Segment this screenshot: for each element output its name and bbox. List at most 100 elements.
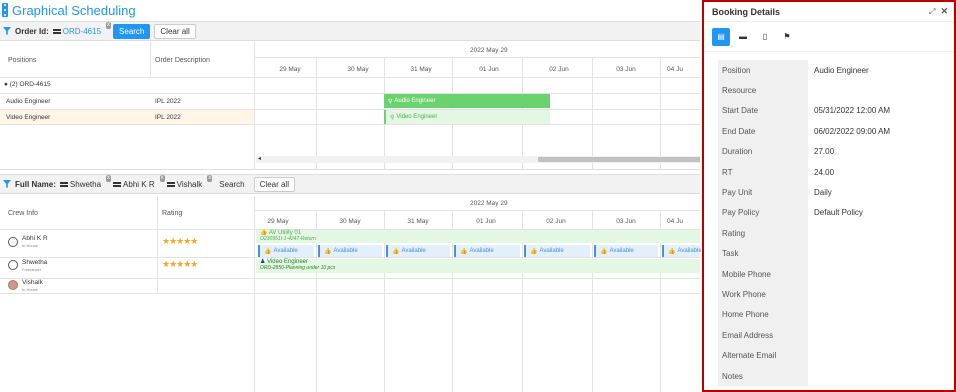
crew-search-button[interactable]: Search: [214, 178, 249, 191]
close-icon[interactable]: ✕: [940, 6, 948, 17]
date-header: 30 May: [347, 66, 369, 73]
app-header: Graphical Scheduling: [0, 0, 700, 20]
scroll-left-icon[interactable]: ◂: [258, 155, 261, 162]
booking-bar-audio-engineer[interactable]: ⚲ Audio Engineer: [384, 94, 550, 108]
remove-chip-icon[interactable]: x: [159, 174, 165, 182]
thumbs-up-icon: 👍: [264, 248, 272, 255]
detail-row: RT 24.00: [718, 161, 948, 183]
available-slot[interactable]: 👍 Available: [258, 245, 314, 257]
menu-grip-icon[interactable]: [2, 3, 8, 17]
details-list: Position Audio Engineer Resource Start Da…: [718, 60, 948, 387]
detail-row: Email Address: [718, 325, 948, 346]
detail-row: Notes: [718, 365, 948, 387]
available-slot[interactable]: 👍 Available: [524, 245, 590, 257]
date-header: 01 Jun: [479, 66, 499, 73]
date-header: 02 Jun: [546, 218, 566, 225]
crew-filter-chip[interactable]: Vishalk x: [166, 174, 213, 189]
flag-tab-icon[interactable]: ⚑: [778, 28, 796, 46]
video-engineer-booking-bar[interactable]: ♟ Video Engineer ORD-2850-Planning under …: [256, 259, 700, 273]
detail-row: Position Audio Engineer: [718, 60, 948, 81]
description-cell: IPL 2022: [155, 114, 181, 121]
date-header: 04 Ju: [667, 218, 683, 225]
position-cell[interactable]: Video Engineer: [6, 114, 50, 121]
remove-chip-icon[interactable]: x: [106, 21, 112, 29]
available-slot[interactable]: 👍 Available: [386, 245, 450, 257]
group-row[interactable]: ● (2) ORD-4615: [4, 81, 51, 88]
order-search-button[interactable]: Search: [113, 23, 151, 39]
crew-filter-chip[interactable]: Abhi K Rx: [113, 174, 165, 189]
thumbs-up-icon: 👍: [324, 248, 332, 255]
panel-header: Booking Details ⤢ ✕: [704, 2, 954, 22]
available-slot[interactable]: 👍 Available: [662, 245, 702, 257]
order-grid: Positions Order Description 2022 May 29 …: [0, 42, 700, 170]
description-column-header[interactable]: Order Description: [155, 57, 210, 64]
month-header: 2022 May 29: [470, 47, 508, 54]
thumbs-up-icon: 👍: [460, 248, 468, 255]
detail-row: Pay Unit Daily: [718, 182, 948, 203]
crew-name[interactable]: Shwetha Freelancer: [22, 259, 47, 273]
avatar: [8, 260, 18, 270]
star-rating: ★★★★★: [162, 236, 198, 246]
avatar: [8, 280, 18, 290]
order-clear-all-button[interactable]: Clear all: [154, 23, 196, 39]
date-header: 30 May: [339, 218, 361, 225]
remove-chip-icon[interactable]: x: [207, 174, 213, 182]
equals-icon: [166, 181, 175, 187]
remove-chip-icon[interactable]: x: [106, 174, 112, 182]
crew-filter-chip[interactable]: Shwetha x: [59, 174, 112, 189]
crew-name[interactable]: Vishalk In House: [22, 279, 43, 293]
available-slot[interactable]: 👍 Available: [594, 245, 658, 257]
crew-clear-all-button[interactable]: Clear all: [253, 176, 295, 192]
rating-column-header[interactable]: Rating: [162, 210, 182, 217]
crew-filter-label: Full Name:: [15, 179, 56, 189]
user-icon: ⚲: [388, 98, 393, 105]
details-tab-icon[interactable]: ▤: [712, 27, 730, 46]
date-header: 03 Jun: [616, 66, 636, 73]
date-header: 02 Jun: [549, 66, 569, 73]
crew-filter-bar: Full Name: Shwetha x Abhi K Rx Vishalk x S…: [0, 174, 700, 194]
positions-column-header[interactable]: Positions: [8, 57, 36, 64]
filter-icon: [3, 180, 11, 188]
date-header: 31 May: [407, 218, 429, 225]
crew-grid: Crew Info Rating 2022 May 29 29 May 30 M…: [0, 196, 702, 392]
detail-row: End Date 06/02/2022 09:00 AM: [718, 121, 948, 142]
avatar: [8, 237, 18, 247]
thumbs-up-icon: 👍: [392, 248, 400, 255]
thumbs-up-icon: 👍: [530, 248, 538, 255]
month-header: 2022 May 29: [470, 200, 508, 207]
order-filter-chip[interactable]: ORD-4615 x: [52, 21, 112, 36]
user-icon: ⚲: [390, 114, 395, 121]
position-cell[interactable]: Audio Engineer: [6, 98, 50, 105]
available-slot[interactable]: 👍 Available: [318, 245, 382, 257]
utility-booking-bar[interactable]: 👍 AV Utility 01 O230951I-1-4247-Return: [256, 230, 700, 243]
date-header: 31 May: [410, 66, 432, 73]
mobile-tab-icon[interactable]: ▯: [756, 28, 774, 46]
expand-icon[interactable]: ⤢: [929, 7, 935, 17]
detail-row: Pay Policy Default Policy: [718, 202, 948, 224]
available-slot[interactable]: 👍 Available: [454, 245, 520, 257]
detail-row: Resource: [718, 80, 948, 101]
panel-tabs: ▤ ▬ ▯ ⚑: [704, 22, 954, 52]
horizontal-scrollbar[interactable]: ◂: [256, 156, 700, 163]
comments-tab-icon[interactable]: ▬: [734, 28, 752, 46]
booking-details-panel: Booking Details ⤢ ✕ ▤ ▬ ▯ ⚑ Position Audi…: [702, 0, 956, 392]
crew-info-column-header[interactable]: Crew Info: [8, 210, 38, 217]
date-header: 29 May: [267, 218, 289, 225]
detail-row: Duration 27.00: [718, 141, 948, 162]
booking-bar-video-engineer[interactable]: ⚲ Video Engineer: [384, 110, 550, 124]
scrollbar-thumb[interactable]: [538, 157, 700, 162]
date-header: 04 Ju: [667, 66, 683, 73]
equals-icon: [59, 181, 68, 187]
detail-row: Start Date 05/31/2022 12:00 AM: [718, 100, 948, 122]
detail-row: Task: [718, 243, 948, 264]
crew-name[interactable]: Abhi K R In House: [22, 235, 48, 249]
detail-row: Work Phone: [718, 284, 948, 305]
date-header: 03 Jun: [616, 218, 636, 225]
date-header: 29 May: [279, 66, 301, 73]
filter-icon: [3, 27, 11, 35]
order-filter-bar: Order Id: ORD-4615 x Search Clear all: [0, 21, 700, 41]
detail-row: Home Phone: [718, 304, 948, 326]
thumbs-up-icon: 👍: [600, 248, 608, 255]
detail-row: Rating: [718, 223, 948, 244]
equals-icon: [113, 181, 122, 187]
